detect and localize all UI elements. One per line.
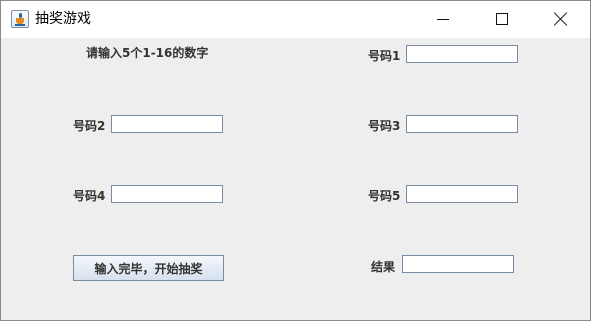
maximize-button[interactable] — [478, 1, 524, 38]
start-draw-button[interactable]: 输入完毕，开始抽奖 — [73, 255, 224, 281]
number1-label: 号码1 — [368, 49, 401, 63]
result-field[interactable] — [402, 255, 514, 273]
close-icon — [554, 12, 568, 26]
window-title: 抽奖游戏 — [35, 11, 91, 27]
number5-label: 号码5 — [368, 189, 401, 203]
close-button[interactable] — [538, 1, 584, 38]
app-window: 抽奖游戏 请输入5个1-16的数字 号码1 号码2 号码3 号码4 号码5 输入… — [0, 0, 591, 321]
number1-field[interactable] — [406, 45, 518, 63]
minimize-button[interactable] — [419, 1, 465, 38]
java-coffee-cup-icon — [11, 10, 29, 28]
number3-label: 号码3 — [368, 119, 401, 133]
title-bar[interactable]: 抽奖游戏 — [1, 1, 590, 38]
number2-field[interactable] — [111, 115, 223, 133]
number5-field[interactable] — [406, 185, 518, 203]
result-label: 结果 — [371, 260, 396, 274]
number4-label: 号码4 — [73, 189, 106, 203]
number2-label: 号码2 — [73, 119, 106, 133]
number3-field[interactable] — [406, 115, 518, 133]
number4-field[interactable] — [111, 185, 223, 203]
minimize-icon — [437, 19, 449, 20]
maximize-icon — [496, 13, 508, 25]
instruction-label: 请输入5个1-16的数字 — [86, 46, 209, 60]
